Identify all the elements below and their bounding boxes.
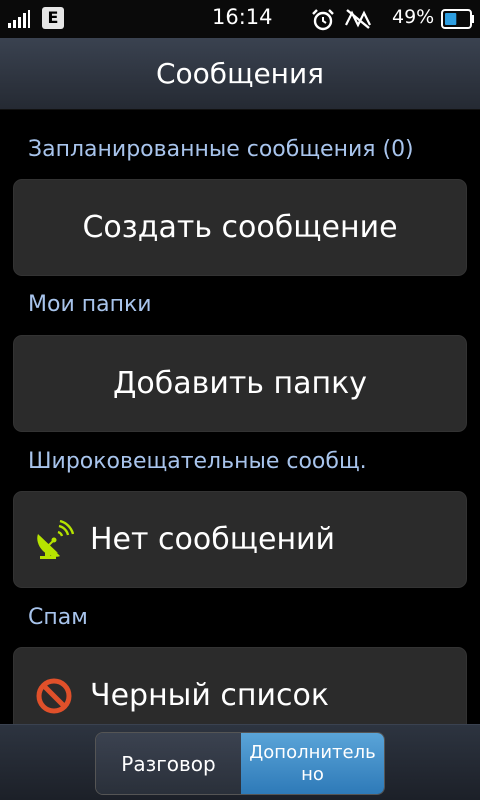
status-time: 16:14: [212, 5, 273, 29]
battery-percent: 49%: [392, 6, 435, 28]
section-header-folders: Мои папки: [28, 292, 152, 317]
title-bar: Сообщения: [0, 38, 480, 110]
create-message-button[interactable]: Создать сообщение: [13, 179, 467, 276]
messages-menu: Запланированные сообщения (0) Создать со…: [0, 110, 480, 724]
tab-more[interactable]: Дополнитель но: [240, 733, 384, 794]
create-message-label: Создать сообщение: [82, 210, 398, 245]
add-folder-label: Добавить папку: [112, 366, 368, 401]
status-bar: E 16:14 49%: [0, 0, 480, 38]
alarm-icon: [312, 9, 334, 31]
battery-icon: [441, 9, 474, 29]
blacklist-label: Черный список: [90, 678, 329, 713]
section-header-spam: Спам: [28, 605, 88, 630]
network-type-badge: E: [42, 7, 64, 29]
signal-icon: [8, 10, 30, 28]
section-header-broadcast: Широковещательные сообщ.: [28, 449, 367, 474]
blacklist-item[interactable]: Черный список: [13, 647, 467, 724]
bottom-toolbar: Разговор Дополнитель но: [0, 724, 480, 800]
tab-conversation[interactable]: Разговор: [96, 733, 241, 794]
block-icon: [36, 678, 72, 713]
broadcast-messages-label: Нет сообщений: [90, 522, 336, 557]
section-header-scheduled: Запланированные сообщения (0): [28, 137, 414, 162]
tab-more-label: Дополнитель но: [249, 741, 376, 785]
page-title: Сообщения: [155, 57, 325, 90]
broadcast-messages-item[interactable]: Нет сообщений: [13, 491, 467, 588]
add-folder-button[interactable]: Добавить папку: [13, 335, 467, 432]
tab-conversation-label: Разговор: [121, 751, 216, 776]
silent-mode-icon: [345, 9, 371, 29]
broadcast-antenna-icon: [37, 519, 74, 559]
view-switcher: Разговор Дополнитель но: [95, 732, 385, 795]
